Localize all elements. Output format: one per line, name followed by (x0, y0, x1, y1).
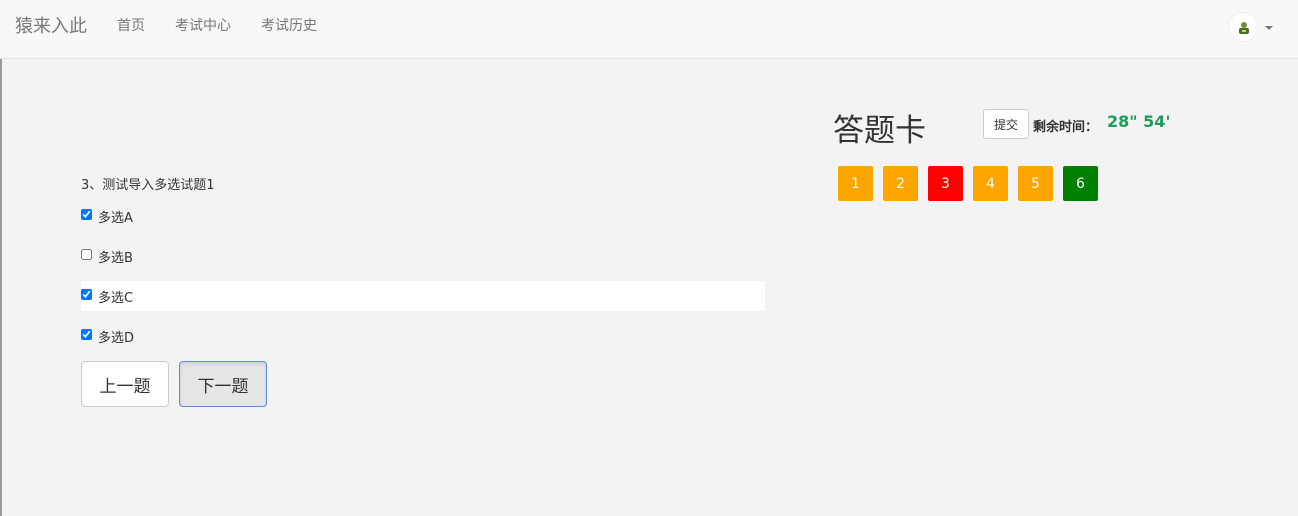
question-number-6[interactable]: 6 (1063, 166, 1098, 201)
next-question-button[interactable]: 下一题 (179, 361, 267, 407)
user-avatar-icon (1239, 22, 1249, 34)
chevron-down-icon[interactable] (1265, 26, 1273, 30)
option-c-label[interactable]: 多选C (98, 287, 133, 306)
question-number-1[interactable]: 1 (838, 166, 873, 201)
question-number-2[interactable]: 2 (883, 166, 918, 201)
question-title: 3、测试导入多选试题1 (81, 178, 215, 193)
answer-card-title: 答题卡 (833, 113, 926, 149)
option-d-label[interactable]: 多选D (98, 327, 134, 346)
remaining-time-value: 28" 54' (1107, 112, 1171, 131)
main-content: 3、测试导入多选试题1 多选A 多选B 多选C 多选D 上一题 下一题 答题卡 … (0, 59, 1298, 516)
nav-exam-center[interactable]: 考试中心 (175, 15, 231, 35)
brand-logo[interactable]: 猿来入此 (15, 12, 87, 38)
avatar[interactable] (1228, 12, 1258, 42)
submit-button[interactable]: 提交 (983, 109, 1029, 139)
option-b-checkbox[interactable] (81, 249, 92, 260)
option-row-a[interactable]: 多选A (81, 201, 765, 231)
question-number-3[interactable]: 3 (928, 166, 963, 201)
option-c-checkbox[interactable] (81, 289, 92, 300)
user-menu[interactable] (1228, 12, 1288, 44)
option-d-checkbox[interactable] (81, 329, 92, 340)
option-a-label[interactable]: 多选A (98, 207, 133, 226)
nav-home[interactable]: 首页 (117, 15, 145, 35)
navbar: 猿来入此 首页 考试中心 考试历史 (0, 0, 1298, 59)
remaining-time-label: 剩余时间： (1033, 120, 1099, 135)
option-row-c[interactable]: 多选C (81, 281, 765, 311)
option-b-label[interactable]: 多选B (98, 247, 133, 266)
question-number-4[interactable]: 4 (973, 166, 1008, 201)
option-row-b[interactable]: 多选B (81, 241, 765, 271)
option-a-checkbox[interactable] (81, 209, 92, 220)
nav-exam-history[interactable]: 考试历史 (261, 15, 317, 35)
question-number-5[interactable]: 5 (1018, 166, 1053, 201)
prev-question-button[interactable]: 上一题 (81, 361, 169, 407)
option-row-d[interactable]: 多选D (81, 321, 765, 351)
